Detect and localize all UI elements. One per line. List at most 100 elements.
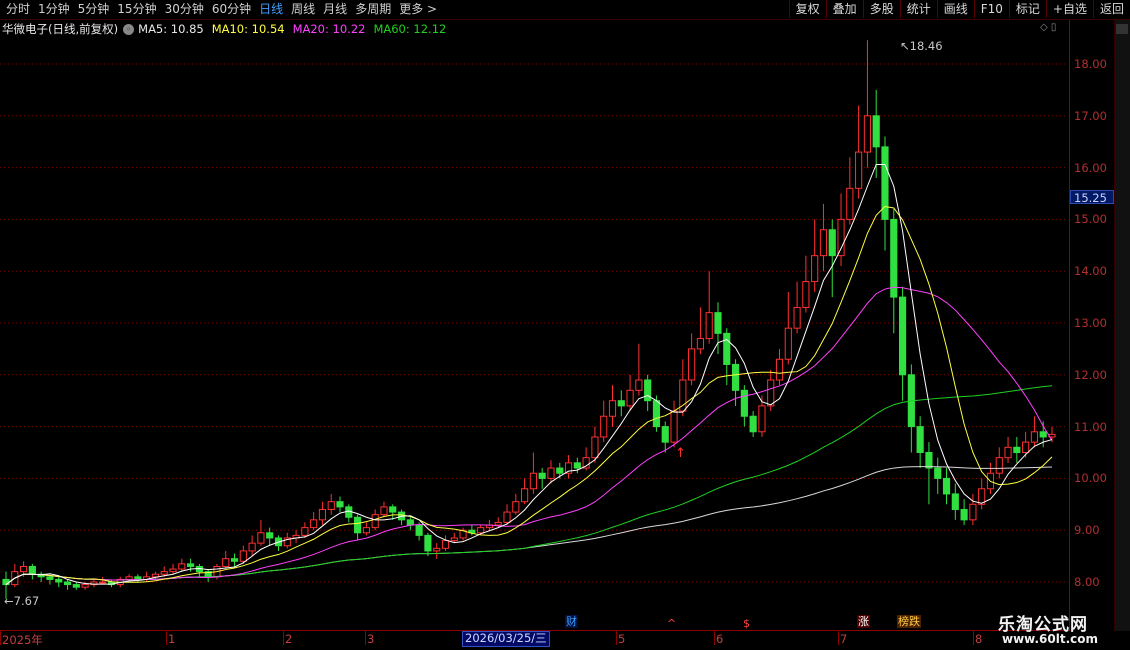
tool-button-4[interactable]: 画线 bbox=[936, 0, 974, 18]
candle-body bbox=[670, 410, 678, 443]
candle-body bbox=[617, 400, 625, 407]
candle-body bbox=[239, 550, 247, 562]
candle-body bbox=[1013, 446, 1021, 454]
candle-body bbox=[380, 506, 388, 516]
candle-body bbox=[1004, 446, 1012, 459]
vertical-scrollbar[interactable] bbox=[1114, 20, 1130, 631]
candle-body bbox=[591, 436, 599, 459]
candle-body bbox=[512, 501, 520, 513]
candle-body bbox=[714, 312, 722, 334]
candle-body bbox=[1022, 441, 1030, 454]
tool-button-2[interactable]: 多股 bbox=[862, 0, 900, 18]
candle-body bbox=[521, 488, 529, 503]
candle-body bbox=[819, 229, 828, 257]
candlestick-chart[interactable]: ↑ bbox=[0, 20, 1070, 631]
time-tick bbox=[365, 631, 366, 645]
watermark-url: www.60lt.com bbox=[1002, 632, 1099, 646]
candle-body bbox=[626, 389, 634, 407]
event-marker-3[interactable]: 涨 bbox=[857, 615, 870, 628]
candle-body bbox=[872, 115, 880, 148]
time-tick-label: 2025年 bbox=[2, 633, 43, 647]
time-tick-label: 7 bbox=[840, 632, 848, 646]
candle-body bbox=[424, 534, 432, 552]
candle-body bbox=[608, 400, 617, 417]
event-marker-0[interactable]: 财 bbox=[565, 615, 578, 628]
candle-body bbox=[811, 255, 819, 283]
period-tab-4[interactable]: 30分钟 bbox=[161, 1, 208, 18]
price-tick-label: 13.00 bbox=[1074, 316, 1107, 330]
candle-body bbox=[1030, 431, 1038, 443]
candle-body bbox=[837, 218, 845, 257]
high-price-label: ↖18.46 bbox=[900, 39, 943, 53]
event-marker-1[interactable]: ^ bbox=[666, 617, 678, 630]
time-tick-label: 6 bbox=[716, 632, 724, 646]
candle-body bbox=[415, 524, 423, 536]
candle-body bbox=[125, 576, 133, 580]
candle-body bbox=[969, 503, 977, 521]
candle-body bbox=[187, 563, 195, 567]
time-tick bbox=[973, 631, 974, 645]
period-tab-6[interactable]: 日线 bbox=[255, 1, 287, 18]
period-tab-7[interactable]: 周线 bbox=[287, 1, 319, 18]
candle-body bbox=[354, 516, 362, 534]
event-marker-2[interactable]: $ bbox=[742, 617, 751, 630]
period-tab-3[interactable]: 15分钟 bbox=[113, 1, 160, 18]
candle-body bbox=[503, 511, 511, 523]
candle-body bbox=[222, 558, 230, 567]
candle-body bbox=[81, 584, 89, 588]
candle-body bbox=[160, 571, 168, 575]
event-marker-4[interactable]: 榜跌 bbox=[897, 615, 921, 628]
price-tick-label: 12.00 bbox=[1074, 367, 1107, 382]
candle-body bbox=[951, 493, 959, 510]
time-tick-label: 1 bbox=[168, 632, 176, 646]
candle-body bbox=[318, 508, 327, 521]
candle-body bbox=[749, 415, 757, 433]
candle-body bbox=[828, 229, 836, 257]
ma60-line bbox=[5, 385, 1053, 585]
price-tick-label: 11.00 bbox=[1074, 419, 1107, 434]
current-price-tag: 15.25 bbox=[1070, 190, 1114, 205]
time-tick-label: 8 bbox=[975, 632, 983, 646]
candle-body bbox=[151, 573, 160, 578]
candle-body bbox=[538, 472, 546, 479]
price-tick-label: 18.00 bbox=[1074, 57, 1107, 71]
candle-body bbox=[846, 187, 854, 220]
period-tab-5[interactable]: 60分钟 bbox=[208, 1, 255, 18]
candle-body bbox=[793, 306, 801, 329]
period-tab-8[interactable]: 月线 bbox=[319, 1, 351, 18]
candle-body bbox=[784, 327, 792, 360]
candle-body bbox=[55, 578, 63, 583]
buy-arrow-icon: ↑ bbox=[675, 446, 686, 461]
candle-body bbox=[767, 379, 775, 407]
candle-body bbox=[169, 568, 177, 573]
candle-body bbox=[731, 363, 740, 391]
selected-date: 2026/03/25/三 bbox=[462, 631, 550, 647]
candle-body bbox=[494, 521, 502, 526]
period-tab-2[interactable]: 5分钟 bbox=[74, 1, 114, 18]
low-price-label: ←7.67 bbox=[4, 594, 40, 608]
candle-body bbox=[547, 467, 555, 479]
scroll-thumb[interactable] bbox=[1116, 24, 1128, 34]
tool-button-8[interactable]: 返回 bbox=[1092, 0, 1130, 18]
period-tab-0[interactable]: 分时 bbox=[2, 1, 34, 18]
period-tab-1[interactable]: 1分钟 bbox=[34, 1, 74, 18]
period-tab-10[interactable]: 更多 > bbox=[395, 1, 441, 18]
tool-button-0[interactable]: 复权 bbox=[788, 0, 826, 18]
tool-button-5[interactable]: F10 bbox=[973, 0, 1009, 18]
candle-body bbox=[230, 558, 239, 562]
period-tab-9[interactable]: 多周期 bbox=[351, 1, 395, 18]
candle-body bbox=[898, 296, 907, 376]
candle-body bbox=[688, 348, 696, 381]
candle-body bbox=[301, 527, 309, 536]
tool-button-1[interactable]: 叠加 bbox=[825, 0, 863, 18]
candle-body bbox=[995, 457, 1003, 474]
tool-button-3[interactable]: 统计 bbox=[899, 0, 937, 18]
tool-button-6[interactable]: 标记 bbox=[1008, 0, 1046, 18]
price-tick-label: 17.00 bbox=[1074, 108, 1107, 123]
candle-body bbox=[389, 506, 397, 513]
candle-body bbox=[661, 426, 669, 443]
top-toolbar: 分时 1分钟 5分钟 15分钟 30分钟 60分钟 日线 周线 月线 多周期 更多 > 复权 叠加 多股… bbox=[0, 0, 1130, 20]
tool-button-7[interactable]: +自选 bbox=[1045, 0, 1093, 18]
candle-body bbox=[740, 389, 748, 417]
candle-body bbox=[433, 547, 441, 552]
